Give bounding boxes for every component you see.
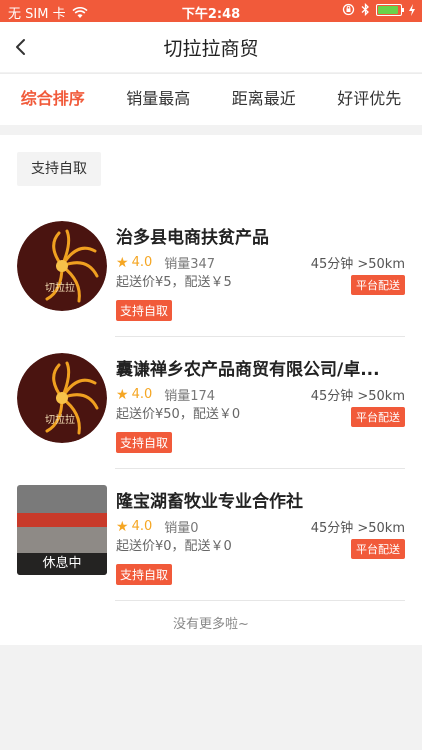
store-name: 隆宝湖畜牧业专业合作社 [116, 492, 303, 512]
tab-label: 销量最高 [126, 89, 191, 108]
rating-row: ★ 4.0 销量347 [116, 253, 216, 273]
delivery-time-distance: 45分钟 >50km [310, 389, 405, 404]
sort-tabs: 综合排序 销量最高 距离最近 好评优先 [0, 73, 422, 125]
closed-label: 休息中 [17, 553, 107, 575]
star-icon: ★ [116, 386, 129, 403]
svg-text:切拉拉: 切拉拉 [45, 413, 75, 426]
row-divider [115, 600, 405, 601]
star-icon: ★ [116, 254, 129, 271]
tab-label: 好评优先 [337, 89, 402, 108]
store-name: 囊谦禅乡农产品商贸有限公司/卓... [116, 360, 380, 380]
platform-delivery-badge: 平台配送 [351, 275, 405, 295]
battery-icon [376, 3, 404, 16]
min-order-fee: 起送价¥5，配送￥5 [116, 275, 232, 290]
page-title: 切拉拉商贸 [163, 38, 259, 60]
store-logo-image: 切拉拉 [17, 221, 107, 311]
bluetooth-icon [361, 3, 369, 16]
platform-delivery-badge: 平台配送 [351, 407, 405, 427]
rating-row: ★ 4.0 销量0 [116, 517, 199, 537]
tab-label: 距离最近 [231, 89, 296, 108]
tab-top-sales[interactable]: 销量最高 [106, 74, 212, 125]
delivery-time-distance: 45分钟 >50km [310, 521, 405, 536]
tab-composite-sort[interactable]: 综合排序 [0, 74, 106, 125]
end-of-list-message: 没有更多啦~ [173, 617, 249, 632]
delivery-time-distance: 45分钟 >50km [310, 257, 405, 272]
self-pickup-tag: 支持自取 [116, 564, 173, 585]
platform-delivery-badge: 平台配送 [351, 539, 405, 559]
star-icon: ★ [116, 518, 129, 535]
tab-nearest[interactable]: 距离最近 [211, 74, 317, 125]
store-sales: 销量347 [164, 257, 216, 272]
status-right [342, 3, 416, 16]
storefront-sign [17, 513, 107, 527]
store-rating: 4.0 [131, 255, 153, 270]
section-divider [0, 125, 422, 135]
store-name: 治多县电商扶贫产品 [116, 228, 269, 248]
orientation-lock-icon [342, 3, 355, 16]
nav-bar: 切拉拉商贸 [0, 22, 422, 72]
status-bar: 无 SIM 卡 下午2:48 [0, 0, 422, 22]
store-item[interactable]: 切拉拉 囊谦禅乡农产品商贸有限公司/卓... ★ 4.0 销量174 45分钟 … [0, 337, 422, 469]
shop-logo-icon: 切拉拉 [17, 353, 107, 443]
store-rating: 4.0 [131, 387, 153, 402]
min-order-fee: 起送价¥50，配送￥0 [116, 407, 241, 422]
self-pickup-tag: 支持自取 [116, 432, 173, 453]
charging-icon [409, 3, 415, 16]
min-order-fee: 起送价¥0，配送￥0 [116, 539, 232, 554]
self-pickup-filter-button[interactable]: 支持自取 [17, 152, 101, 186]
store-rating: 4.0 [131, 519, 153, 534]
store-sales: 销量174 [164, 389, 216, 404]
rating-row: ★ 4.0 销量174 [116, 385, 216, 405]
svg-text:切拉拉: 切拉拉 [45, 281, 75, 294]
self-pickup-tag: 支持自取 [116, 300, 173, 321]
store-logo-image: 切拉拉 [17, 353, 107, 443]
store-item[interactable]: 切拉拉 治多县电商扶贫产品 ★ 4.0 销量347 45分钟 >50km 起送价… [0, 205, 422, 337]
tab-label: 综合排序 [20, 89, 85, 108]
store-photo-image: 休息中 [17, 485, 107, 575]
store-list-panel: 支持自取 切拉拉 治多县电商扶贫产品 ★ 4.0 销量347 45分钟 >50k… [0, 135, 422, 645]
store-item[interactable]: 休息中 隆宝湖畜牧业专业合作社 ★ 4.0 销量0 45分钟 >50km 起送价… [0, 469, 422, 601]
tab-best-rated[interactable]: 好评优先 [317, 74, 422, 125]
shop-logo-icon: 切拉拉 [17, 221, 107, 311]
battery-level [378, 5, 399, 14]
store-sales: 销量0 [164, 521, 199, 536]
